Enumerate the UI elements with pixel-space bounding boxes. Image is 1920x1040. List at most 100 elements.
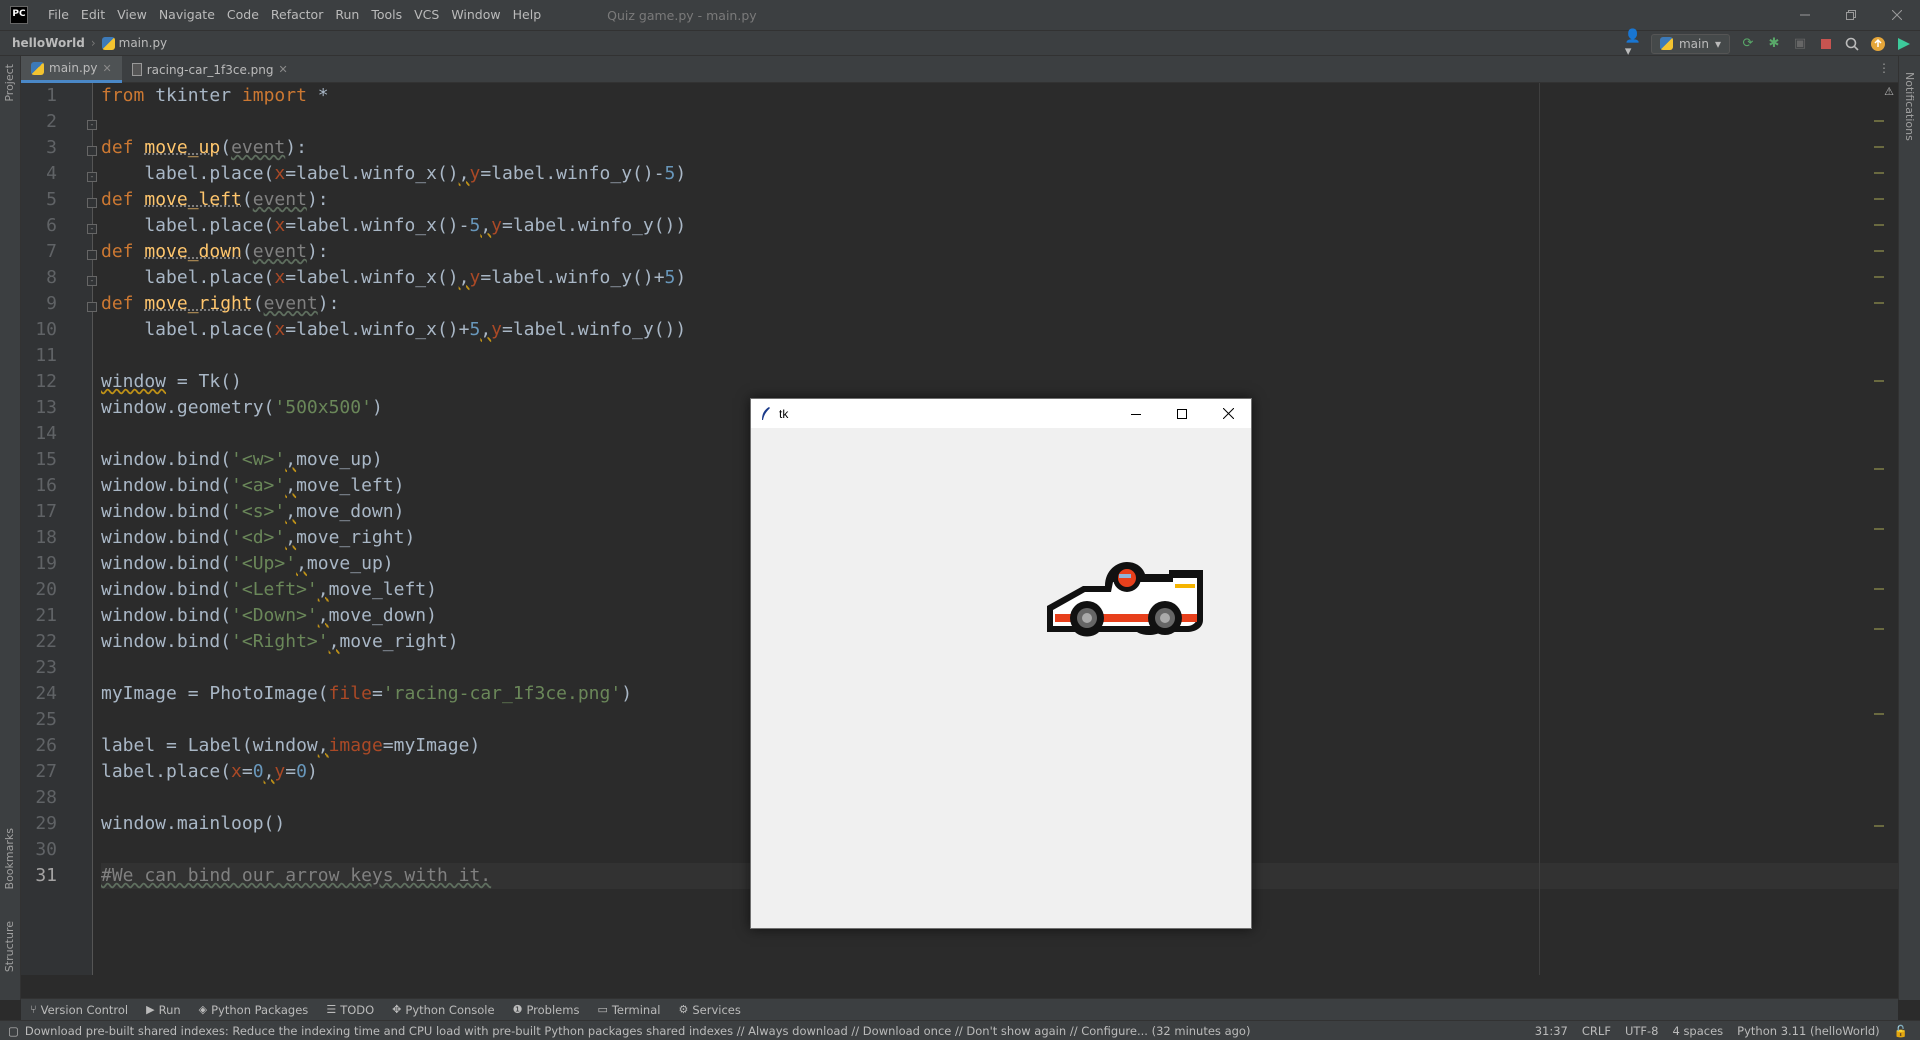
menu-run[interactable]: Run [329,0,365,30]
line-number: 12 [21,369,61,395]
user-icon[interactable]: 👤▾ [1625,36,1641,52]
scroll-marker[interactable] [1874,172,1884,174]
file-encoding[interactable]: UTF-8 [1625,1024,1659,1038]
indent-setting[interactable]: 4 spaces [1672,1024,1723,1038]
inspection-warning-icon[interactable]: ⚠ [1884,85,1894,98]
menu-refactor[interactable]: Refactor [265,0,329,30]
tk-canvas[interactable] [751,428,1251,928]
version-control-tool-button[interactable]: ⑂ Version Control [21,1003,137,1017]
update-icon[interactable] [1870,36,1886,52]
todo-tool-button[interactable]: ☰ TODO [317,1003,383,1017]
branch-icon: ⑂ [30,1003,37,1016]
services-tool-button[interactable]: ⚙ Services [669,1003,749,1017]
fold-marker-icon[interactable] [87,302,97,312]
lock-icon[interactable]: 🔓 [1894,1024,1908,1038]
scroll-marker[interactable] [1874,713,1884,715]
racing-car-image[interactable] [1043,556,1207,640]
maximize-icon [1177,409,1187,419]
menu-tools[interactable]: Tools [365,0,408,30]
line-separator[interactable]: CRLF [1582,1024,1611,1038]
scroll-marker[interactable] [1874,628,1884,630]
tk-minimize-button[interactable] [1113,399,1159,428]
project-tool-label: Project [3,64,16,102]
tk-close-button[interactable] [1205,399,1251,428]
bookmarks-tool-label: Bookmarks [3,828,16,889]
notifications-tool-tab[interactable]: Notifications [1903,72,1916,141]
rerun-icon[interactable]: ⟳ [1740,36,1756,52]
breadcrumb-file[interactable]: main.py [102,36,168,50]
fold-marker-icon[interactable] [87,146,97,156]
menu-navigate[interactable]: Navigate [153,0,221,30]
scroll-marker[interactable] [1874,825,1884,827]
python-packages-tool-button[interactable]: ◈ Python Packages [190,1003,318,1017]
tk-window-controls [1113,399,1251,428]
fold-marker-icon[interactable]: - [87,224,97,234]
run-tool-button[interactable]: ▶ Run [137,1003,190,1017]
menu-file[interactable]: File [42,0,75,30]
scroll-marker[interactable] [1874,250,1884,252]
tab-racing-car-png[interactable]: racing-car_1f3ce.png ✕ [122,56,298,83]
scroll-marker[interactable] [1874,588,1884,590]
fold-marker-icon[interactable]: - [87,120,97,130]
close-tab-icon[interactable]: ✕ [103,62,112,75]
minimize-button[interactable] [1782,0,1828,30]
tab-main-py[interactable]: main.py ✕ [21,56,122,83]
more-vertical-icon[interactable]: ⋮ [1878,61,1890,75]
stop-icon[interactable] [1818,36,1834,52]
python-file-icon [31,62,44,75]
problems-tool-button[interactable]: ❶ Problems [504,1003,589,1017]
scroll-marker[interactable] [1874,120,1884,122]
debug-icon[interactable]: ✱ [1766,36,1782,52]
line-number: 5 [21,187,61,213]
search-icon[interactable] [1844,36,1860,52]
line-number: 4 [21,161,61,187]
tk-app-window[interactable]: tk [750,398,1252,929]
menu-edit[interactable]: Edit [75,0,111,30]
structure-tool-tab[interactable]: Structure [3,921,16,972]
terminal-tool-button[interactable]: ▭ Terminal [588,1003,669,1017]
services-icon: ⚙ [678,1003,688,1016]
fold-marker-icon[interactable]: - [87,172,97,182]
run-configuration-select[interactable]: main ▾ [1651,34,1730,54]
breadcrumb-project[interactable]: helloWorld [12,36,85,50]
project-tool-tab[interactable]: Project [3,64,16,102]
scroll-marker[interactable] [1874,468,1884,470]
jetbrains-icon[interactable] [1896,36,1912,52]
fold-marker-icon[interactable] [87,198,97,208]
line-number: 23 [21,655,61,681]
restore-button[interactable] [1828,0,1874,30]
tk-maximize-button[interactable] [1159,399,1205,428]
status-message[interactable]: ▢ Download pre-built shared indexes: Red… [8,1024,1250,1038]
right-tool-strip: Notifications [1898,56,1920,1000]
scroll-marker[interactable] [1874,224,1884,226]
scroll-marker[interactable] [1874,302,1884,304]
python-file-icon [102,37,115,50]
menu-window[interactable]: Window [445,0,506,30]
scroll-marker[interactable] [1874,198,1884,200]
fold-marker-icon[interactable] [87,250,97,260]
scroll-marker[interactable] [1874,380,1884,382]
python-console-tool-button[interactable]: ✥ Python Console [383,1003,503,1017]
line-number: 14 [21,421,61,447]
todo-icon: ☰ [326,1003,336,1016]
caret-position[interactable]: 31:37 [1535,1024,1568,1038]
fold-marker-icon[interactable]: - [87,276,97,286]
scroll-marker[interactable] [1874,276,1884,278]
menu-vcs[interactable]: VCS [408,0,445,30]
line-number: 24 [21,681,61,707]
scroll-marker[interactable] [1874,146,1884,148]
menu-code[interactable]: Code [221,0,265,30]
bookmarks-tool-tab[interactable]: Bookmarks [3,828,16,889]
close-window-button[interactable] [1874,0,1920,30]
close-tab-icon[interactable]: ✕ [279,63,288,76]
coverage-icon[interactable]: ▣ [1792,36,1808,52]
editor-scrollbar[interactable] [1874,83,1884,975]
tk-titlebar[interactable]: tk [751,399,1251,428]
menu-view[interactable]: View [111,0,153,30]
main-menu: File Edit View Navigate Code Refactor Ru… [42,0,547,30]
scroll-marker[interactable] [1874,528,1884,530]
line-number: 3 [21,135,61,161]
breadcrumb-file-label: main.py [119,36,168,50]
menu-help[interactable]: Help [507,0,548,30]
python-interpreter[interactable]: Python 3.11 (helloWorld) [1737,1024,1880,1038]
